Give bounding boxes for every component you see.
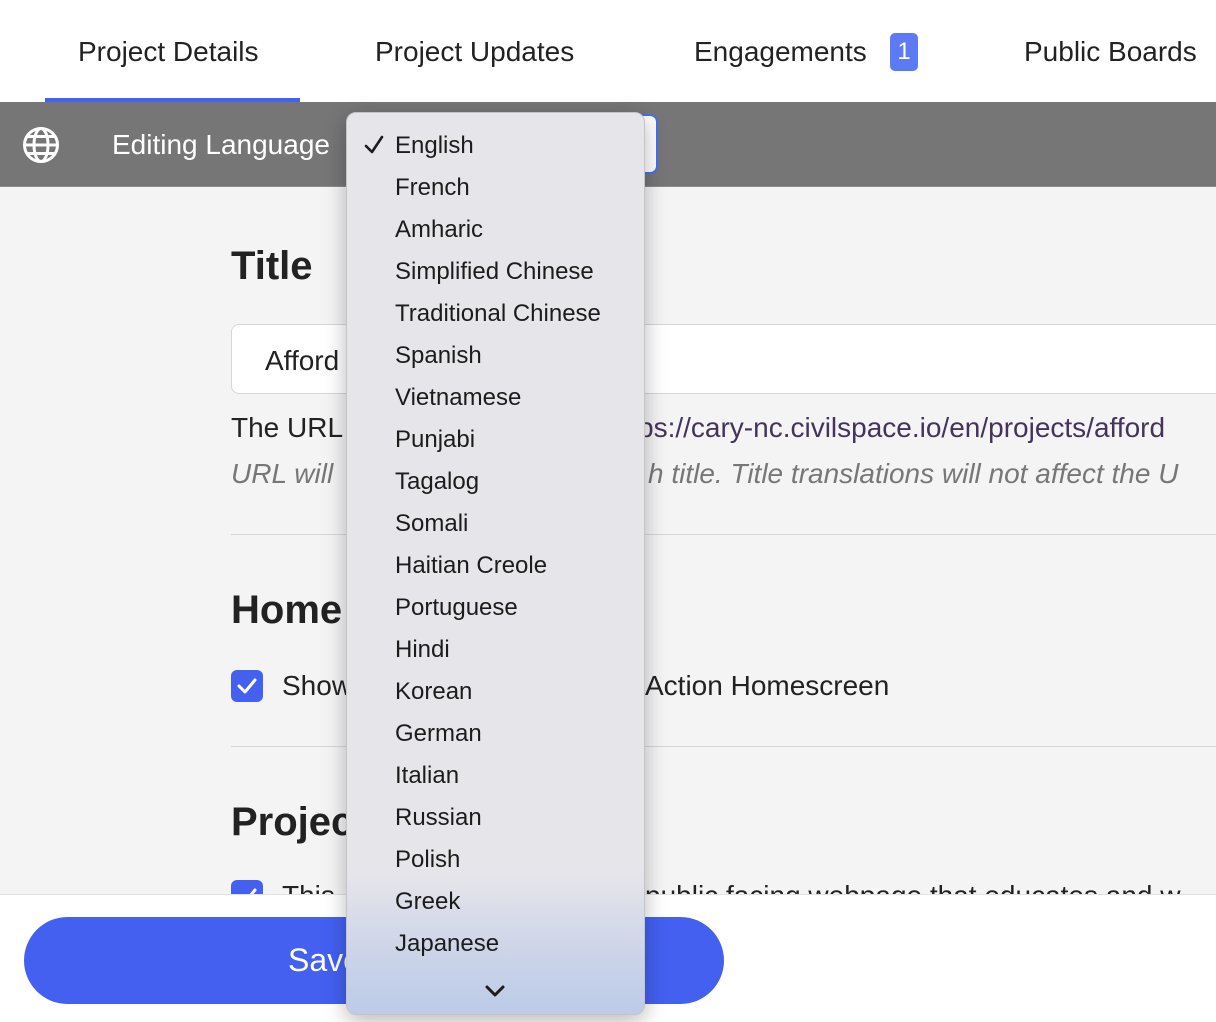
globe-icon bbox=[23, 127, 59, 163]
language-option-polish[interactable]: Polish bbox=[347, 838, 644, 880]
tab-public-boards[interactable]: Public Boards bbox=[995, 0, 1216, 102]
language-option-russian[interactable]: Russian bbox=[347, 796, 644, 838]
language-option-label: Japanese bbox=[395, 930, 500, 957]
url-note: URL will bbox=[231, 458, 334, 489]
tab-label: Engagements bbox=[694, 36, 867, 67]
project-page-checkbox-label: This bbox=[282, 880, 335, 894]
language-option-french[interactable]: French bbox=[347, 166, 644, 208]
language-option-label: Portuguese bbox=[395, 594, 518, 621]
checkmark-icon bbox=[237, 678, 257, 694]
language-option-portuguese[interactable]: Portuguese bbox=[347, 586, 644, 628]
project-page-heading: Projec bbox=[231, 800, 354, 844]
language-option-label: Traditional Chinese bbox=[395, 300, 601, 327]
language-option-label: Amharic bbox=[395, 216, 484, 243]
project-page-checkbox[interactable] bbox=[231, 880, 263, 894]
language-option-label: Russian bbox=[395, 804, 482, 831]
language-option-label: Punjabi bbox=[395, 426, 476, 453]
language-option-japanese[interactable]: Japanese bbox=[347, 922, 644, 964]
project-url-link[interactable]: ps://cary-nc.civilspace.io/en/projects/a… bbox=[638, 412, 1165, 444]
tab-label: Project Details bbox=[78, 36, 259, 67]
url-prefix: The URL bbox=[231, 412, 344, 443]
checkmark-icon bbox=[364, 135, 384, 154]
title-heading: Title bbox=[231, 244, 313, 288]
language-option-label: Simplified Chinese bbox=[395, 258, 594, 285]
language-option-punjabi[interactable]: Punjabi bbox=[347, 418, 644, 460]
tab-label: Project Updates bbox=[375, 36, 575, 67]
language-option-korean[interactable]: Korean bbox=[347, 670, 644, 712]
language-option-label: French bbox=[395, 174, 470, 201]
language-option-simplified-chinese[interactable]: Simplified Chinese bbox=[347, 250, 644, 292]
language-option-vietnamese[interactable]: Vietnamese bbox=[347, 376, 644, 418]
language-option-somali[interactable]: Somali bbox=[347, 502, 644, 544]
tab-project-updates[interactable]: Project Updates bbox=[345, 0, 625, 102]
language-dropdown-menu: English French Amharic Simplified Chines… bbox=[346, 112, 645, 1015]
language-option-label: Haitian Creole bbox=[395, 552, 548, 579]
language-option-label: Tagalog bbox=[395, 468, 480, 495]
language-option-traditional-chinese[interactable]: Traditional Chinese bbox=[347, 292, 644, 334]
show-homescreen-checkbox[interactable] bbox=[231, 670, 263, 702]
project-page-checkbox-label-continued: public facing webpage that educates and … bbox=[645, 880, 1181, 894]
language-option-label: Spanish bbox=[395, 342, 482, 369]
language-option-label: Somali bbox=[395, 510, 469, 537]
editing-language-label: Editing Language bbox=[112, 129, 330, 160]
language-option-hindi[interactable]: Hindi bbox=[347, 628, 644, 670]
tab-engagements[interactable]: Engagements 1 bbox=[665, 0, 945, 102]
language-option-amharic[interactable]: Amharic bbox=[347, 208, 644, 250]
tab-bar: Project Details Project Updates Engageme… bbox=[0, 0, 1216, 102]
title-input-value: Afford bbox=[265, 345, 340, 376]
language-option-haitian-creole[interactable]: Haitian Creole bbox=[347, 544, 644, 586]
url-note-continued: h title. Title translations will not aff… bbox=[648, 458, 1179, 489]
language-option-label: Vietnamese bbox=[395, 384, 522, 411]
language-option-spanish[interactable]: Spanish bbox=[347, 334, 644, 376]
show-homescreen-label-continued: Action Homescreen bbox=[645, 670, 890, 701]
language-option-greek[interactable]: Greek bbox=[347, 880, 644, 922]
language-option-english[interactable]: English bbox=[347, 124, 644, 166]
chevron-down-icon[interactable] bbox=[483, 981, 507, 1001]
language-option-german[interactable]: German bbox=[347, 712, 644, 754]
language-option-label: Polish bbox=[395, 846, 461, 873]
language-option-label: Korean bbox=[395, 678, 473, 705]
language-option-label: Greek bbox=[395, 888, 461, 915]
language-option-label: English bbox=[395, 132, 474, 159]
checkmark-icon bbox=[249, 888, 257, 894]
home-heading: Home bbox=[231, 588, 343, 632]
language-option-label: German bbox=[395, 720, 482, 747]
language-option-label: Italian bbox=[395, 762, 460, 789]
language-option-italian[interactable]: Italian bbox=[347, 754, 644, 796]
language-option-tagalog[interactable]: Tagalog bbox=[347, 460, 644, 502]
show-homescreen-label: Show bbox=[282, 670, 353, 701]
tab-project-details[interactable]: Project Details bbox=[45, 0, 300, 102]
engagements-count-badge: 1 bbox=[890, 33, 918, 71]
language-option-label: Hindi bbox=[395, 636, 450, 663]
tab-label: Public Boards bbox=[1024, 36, 1197, 67]
